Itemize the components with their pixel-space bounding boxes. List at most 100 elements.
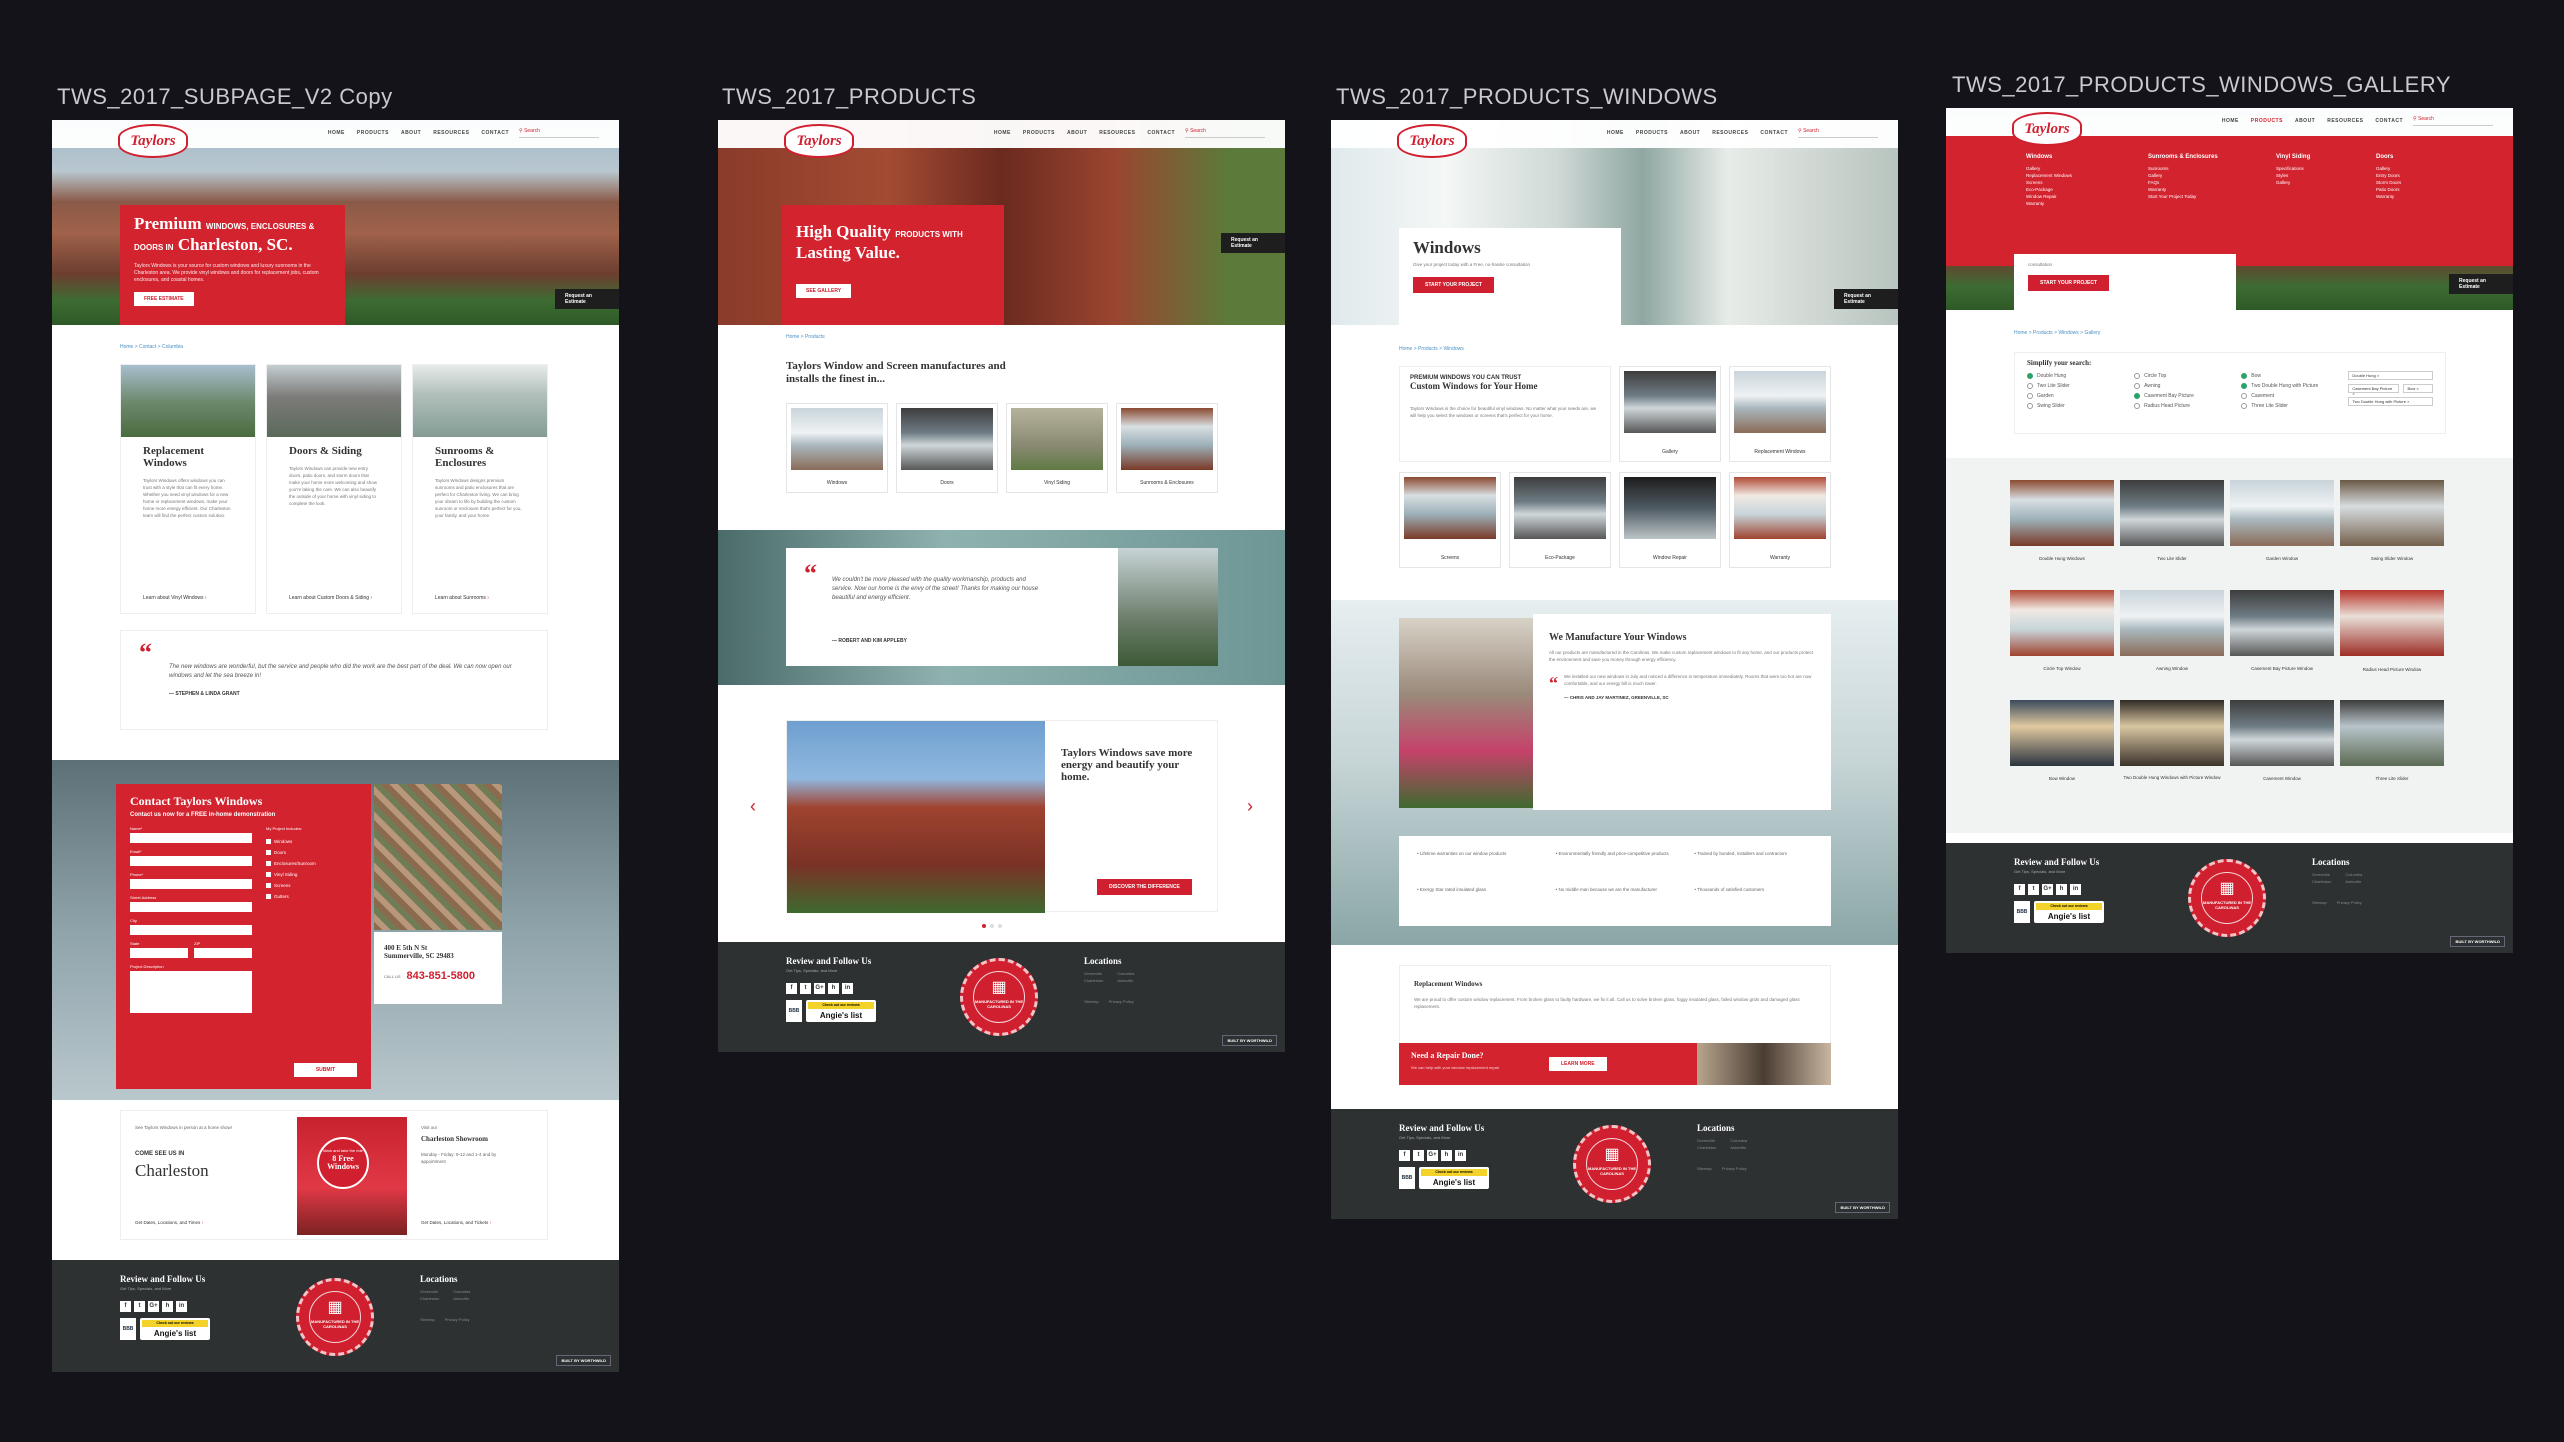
filter-option[interactable]: Bow [2241, 373, 2320, 379]
menu-item[interactable]: Replacement Windows [2026, 172, 2148, 179]
location-link[interactable]: Asheville [1730, 1145, 1749, 1150]
built-by-badge[interactable]: BUILT BY WORTHWILD [2450, 936, 2505, 947]
slider-dot[interactable] [998, 924, 1002, 928]
city-field[interactable] [130, 925, 252, 935]
gallery-item[interactable]: Circle Top Window [2010, 590, 2114, 690]
menu-item[interactable]: Start Your Project Today [2148, 193, 2276, 200]
location-link[interactable]: Charleston [1697, 1145, 1716, 1150]
location-link[interactable]: Columbia [453, 1289, 472, 1294]
card-link[interactable]: Learn about Custom Doors & Siding › [289, 595, 379, 601]
name-field[interactable] [130, 833, 252, 843]
logo[interactable]: Taylors [2012, 112, 2082, 146]
free-estimate-button[interactable]: FREE ESTIMATE [134, 292, 194, 306]
slider-dot[interactable] [990, 924, 994, 928]
menu-item[interactable]: Gallery [2276, 179, 2376, 186]
windows-tile-warranty[interactable]: Warranty [1729, 472, 1831, 568]
product-tile-doors[interactable]: Doors [896, 403, 998, 493]
start-project-button[interactable]: START YOUR PROJECT [1413, 277, 1495, 293]
location-link[interactable]: Columbia [1730, 1138, 1749, 1143]
request-estimate-tab[interactable]: Request an Estimate [2449, 274, 2513, 294]
bbb-badge[interactable]: BBB [120, 1318, 136, 1340]
gallery-item[interactable]: Awning Window [2120, 590, 2224, 690]
slider-next-icon[interactable]: › [1247, 796, 1253, 817]
gallery-item[interactable]: Double Hung Windows [2010, 480, 2114, 580]
nav-products[interactable]: PRODUCTS [1023, 130, 1055, 136]
google-plus-icon[interactable]: G+ [148, 1301, 159, 1312]
showroom-link[interactable]: Get Dates, Locations, and Times › [135, 1220, 203, 1225]
slider-dot[interactable] [982, 924, 986, 928]
menu-heading[interactable]: Doors [2376, 154, 2476, 160]
location-link[interactable]: Greenville [1084, 971, 1103, 976]
privacy-link[interactable]: Privacy Policy [1109, 999, 1134, 1004]
option-checkbox[interactable]: Screens [266, 883, 356, 888]
option-checkbox[interactable]: Vinyl Siding [266, 872, 356, 877]
twitter-icon[interactable]: t [134, 1301, 145, 1312]
sitemap-link[interactable]: Sitemap [2312, 900, 2327, 905]
discover-button[interactable]: DISCOVER THE DIFFERENCE [1097, 879, 1192, 895]
location-link[interactable]: Charleston [1084, 978, 1103, 983]
menu-item[interactable]: Storm Doors [2376, 179, 2476, 186]
active-filter-tag[interactable]: Two Double Hung with Picture × [2348, 397, 2434, 406]
location-link[interactable]: Asheville [453, 1296, 472, 1301]
houzz-icon[interactable]: h [828, 983, 839, 994]
phone-field[interactable] [130, 879, 252, 889]
logo[interactable]: Taylors [784, 124, 854, 158]
windows-tile-repair[interactable]: Window Repair [1619, 472, 1721, 568]
filter-option[interactable]: Casement Bay Picture [2134, 393, 2213, 399]
facebook-icon[interactable]: f [1399, 1150, 1410, 1161]
gallery-item[interactable]: Casement Window [2230, 700, 2334, 800]
gallery-item[interactable]: Two Double Hung Windows with Picture Win… [2120, 700, 2224, 800]
search-input[interactable]: ⚲ Search [1798, 128, 1878, 138]
facebook-icon[interactable]: f [120, 1301, 131, 1312]
search-input[interactable]: ⚲ Search [519, 128, 599, 138]
request-estimate-tab[interactable]: Request an Estimate [1834, 289, 1898, 309]
option-checkbox[interactable]: Enclosures/Sunroom [266, 861, 356, 866]
address-field[interactable] [130, 902, 252, 912]
built-by-badge[interactable]: BUILT BY WORTHWILD [1835, 1202, 1890, 1213]
slider-prev-icon[interactable]: ‹ [750, 796, 756, 817]
filter-option[interactable]: Garden [2027, 393, 2106, 399]
option-checkbox[interactable]: Doors [266, 850, 356, 855]
bbb-badge[interactable]: BBB [1399, 1167, 1415, 1189]
menu-item[interactable]: Patio Doors [2376, 186, 2476, 193]
gallery-item[interactable]: Two Lite Slider [2120, 480, 2224, 580]
nav-contact[interactable]: CONTACT [2375, 118, 2403, 124]
menu-item[interactable]: FAQs [2148, 179, 2276, 186]
location-link[interactable]: Charleston [2312, 879, 2331, 884]
menu-item[interactable]: Gallery [2026, 165, 2148, 172]
email-field[interactable] [130, 856, 252, 866]
location-link[interactable]: Asheville [2345, 879, 2364, 884]
built-by-badge[interactable]: BUILT BY WORTHWILD [1222, 1035, 1277, 1046]
search-input[interactable]: ⚲ Search [2413, 116, 2493, 126]
menu-heading[interactable]: Vinyl Siding [2276, 154, 2376, 160]
nav-home[interactable]: HOME [994, 130, 1011, 136]
gallery-item[interactable]: Bow Window [2010, 700, 2114, 800]
nav-about[interactable]: ABOUT [401, 130, 421, 136]
gallery-item[interactable]: Swing Slider Window [2340, 480, 2444, 580]
logo[interactable]: Taylors [118, 124, 188, 158]
menu-item[interactable]: Gallery [2148, 172, 2276, 179]
menu-item[interactable]: Screens [2026, 179, 2148, 186]
filter-option[interactable]: Three Lite Slider [2241, 403, 2320, 409]
facebook-icon[interactable]: f [2014, 884, 2025, 895]
filter-option[interactable]: Circle Top [2134, 373, 2213, 379]
nav-resources[interactable]: RESOURCES [2327, 118, 2363, 124]
option-checkbox[interactable]: Gutters [266, 894, 356, 899]
sitemap-link[interactable]: Sitemap [1697, 1166, 1712, 1171]
see-gallery-button[interactable]: SEE GALLERY [796, 284, 852, 298]
menu-heading[interactable]: Sunrooms & Enclosures [2148, 154, 2276, 160]
nav-about[interactable]: ABOUT [2295, 118, 2315, 124]
linkedin-icon[interactable]: in [2070, 884, 2081, 895]
google-plus-icon[interactable]: G+ [1427, 1150, 1438, 1161]
angies-list-badge[interactable]: Check out our reviews Angie's list [806, 1000, 876, 1022]
location-link[interactable]: Charleston [420, 1296, 439, 1301]
houzz-icon[interactable]: h [2056, 884, 2067, 895]
nav-products[interactable]: PRODUCTS [2251, 118, 2283, 124]
nav-resources[interactable]: RESOURCES [1099, 130, 1135, 136]
nav-about[interactable]: ABOUT [1680, 130, 1700, 136]
state-select[interactable] [130, 948, 188, 958]
card-link[interactable]: Learn about Sunrooms › [435, 595, 489, 601]
filter-option[interactable]: Double Hung [2027, 373, 2106, 379]
menu-item[interactable]: Styles [2276, 172, 2376, 179]
location-link[interactable]: Asheville [1117, 978, 1136, 983]
